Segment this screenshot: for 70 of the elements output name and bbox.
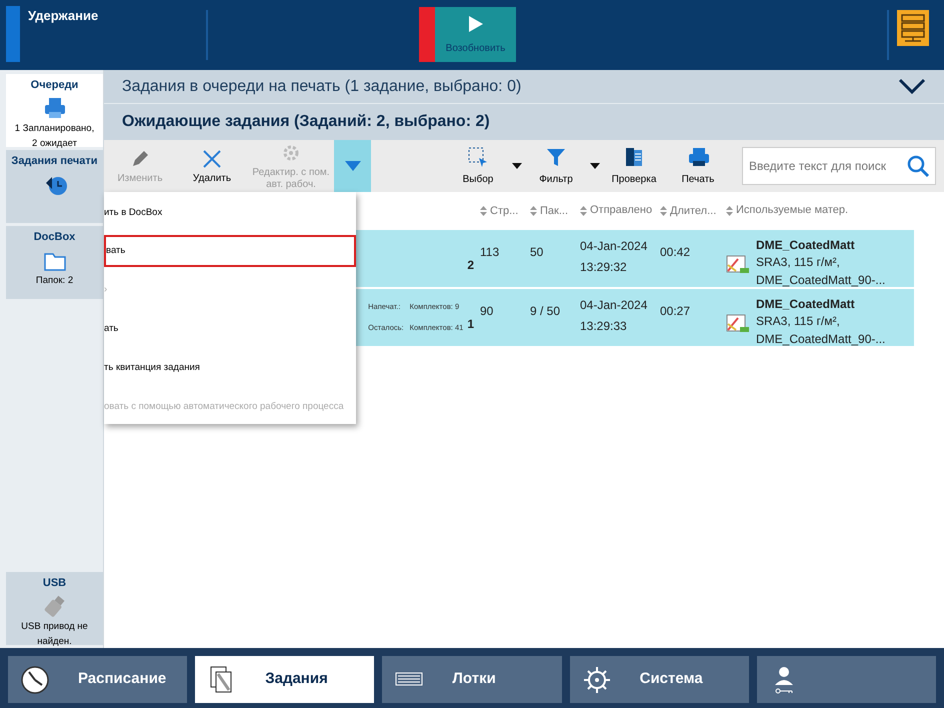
sidebar-item[interactable]: USB USB привод не найден. <box>6 572 103 645</box>
play-icon <box>468 15 484 33</box>
table-cell-text: 04-Jan-2024 <box>580 297 648 314</box>
caret-icon <box>512 162 522 169</box>
search-icon <box>906 154 930 178</box>
menu-item[interactable]: ать <box>104 310 356 348</box>
column-header[interactable]: Отправлено <box>580 201 652 221</box>
nav-tab[interactable]: Система <box>570 656 749 703</box>
table-cell: 90 <box>480 304 494 318</box>
nav-tab[interactable]: Расписание <box>8 656 188 703</box>
sidebar-item[interactable]: DocBox Папок: 2 <box>6 226 103 299</box>
copies-count: 1 <box>467 316 474 333</box>
selection-icon <box>467 146 489 168</box>
column-header[interactable]: Стр... <box>480 202 518 220</box>
subsection-title: Ожидающие задания (Заданий: 2, выбрано: 2) <box>104 104 944 140</box>
media-name: DME_CoatedMatt <box>756 237 856 254</box>
media-icon <box>726 255 750 275</box>
sort-icon <box>530 206 537 216</box>
sort-icon <box>660 206 667 216</box>
column-header[interactable]: Длител... <box>660 202 716 220</box>
alert-indicator <box>419 7 435 62</box>
printer-status: Удержание <box>27 7 100 25</box>
usb-stick-icon <box>42 594 66 618</box>
delete-icon <box>201 148 223 170</box>
sort-icon <box>726 206 733 216</box>
server-button[interactable] <box>897 10 929 46</box>
table-cell: 00:42 <box>660 245 690 259</box>
sort-icon <box>580 206 587 216</box>
section-title: Задания в очереди на печать (1 задание, выбрано: 0) <box>122 76 522 96</box>
table-cell: 00:27 <box>660 304 690 318</box>
media-name: DME_CoatedMatt <box>756 296 856 313</box>
table-cell-text: 04-Jan-2024 <box>580 238 648 255</box>
media-icon <box>726 314 750 334</box>
copies-count: 2 <box>467 257 474 274</box>
toolbar-button[interactable]: Удалить <box>176 140 248 192</box>
table-cell: 50 <box>530 245 544 259</box>
menu-item[interactable]: ть квитанция задания <box>104 349 356 387</box>
more-actions-button[interactable] <box>334 140 371 192</box>
server-stack-icon <box>900 13 926 43</box>
media-details: SRA3, 115 г/м², <box>756 254 841 272</box>
table-cell-text: 13:29:33 <box>580 318 628 335</box>
sidebar-item[interactable]: Задания печати <box>6 150 103 223</box>
printer-icon <box>687 146 709 168</box>
toolbar-button[interactable]: Печать <box>666 140 730 192</box>
menu-item[interactable]: ить в DocBox <box>104 194 356 232</box>
sidebar-item[interactable]: Очереди 1 Запланировано, 2 ожидает <box>6 74 103 147</box>
clock-icon <box>20 664 50 694</box>
media-details: DME_CoatedMatt_90-... <box>756 272 886 289</box>
column-header[interactable]: Используемые матер. <box>726 203 848 219</box>
media-details: SRA3, 115 г/м², <box>756 313 841 330</box>
table-cell: 9 / 50 <box>530 304 560 318</box>
table-cell: 113 <box>480 245 500 259</box>
caret-icon <box>590 162 600 169</box>
media-details: DME_CoatedMatt_90-... <box>756 330 886 348</box>
caret-icon <box>344 160 362 172</box>
nav-tab[interactable]: Лотки <box>382 656 562 703</box>
status-indicator <box>6 6 20 62</box>
document-icon <box>623 146 645 168</box>
toolbar-button[interactable]: Проверка <box>602 140 666 192</box>
chevron-down-icon <box>898 78 926 94</box>
wheel-icon <box>582 664 612 694</box>
toolbar-button[interactable]: Фильтр <box>524 140 588 192</box>
printer-icon <box>42 96 66 120</box>
nav-tab[interactable]: Задания <box>195 656 374 703</box>
toolbar-button[interactable]: Выбор <box>446 140 510 192</box>
search-field[interactable]: Введите текст для поиск <box>742 147 936 185</box>
menu-item[interactable]: вать <box>104 235 356 267</box>
table-cell-text: 13:29:32 <box>580 259 628 276</box>
column-header[interactable]: Пак... <box>530 202 568 220</box>
sort-icon <box>480 206 487 216</box>
